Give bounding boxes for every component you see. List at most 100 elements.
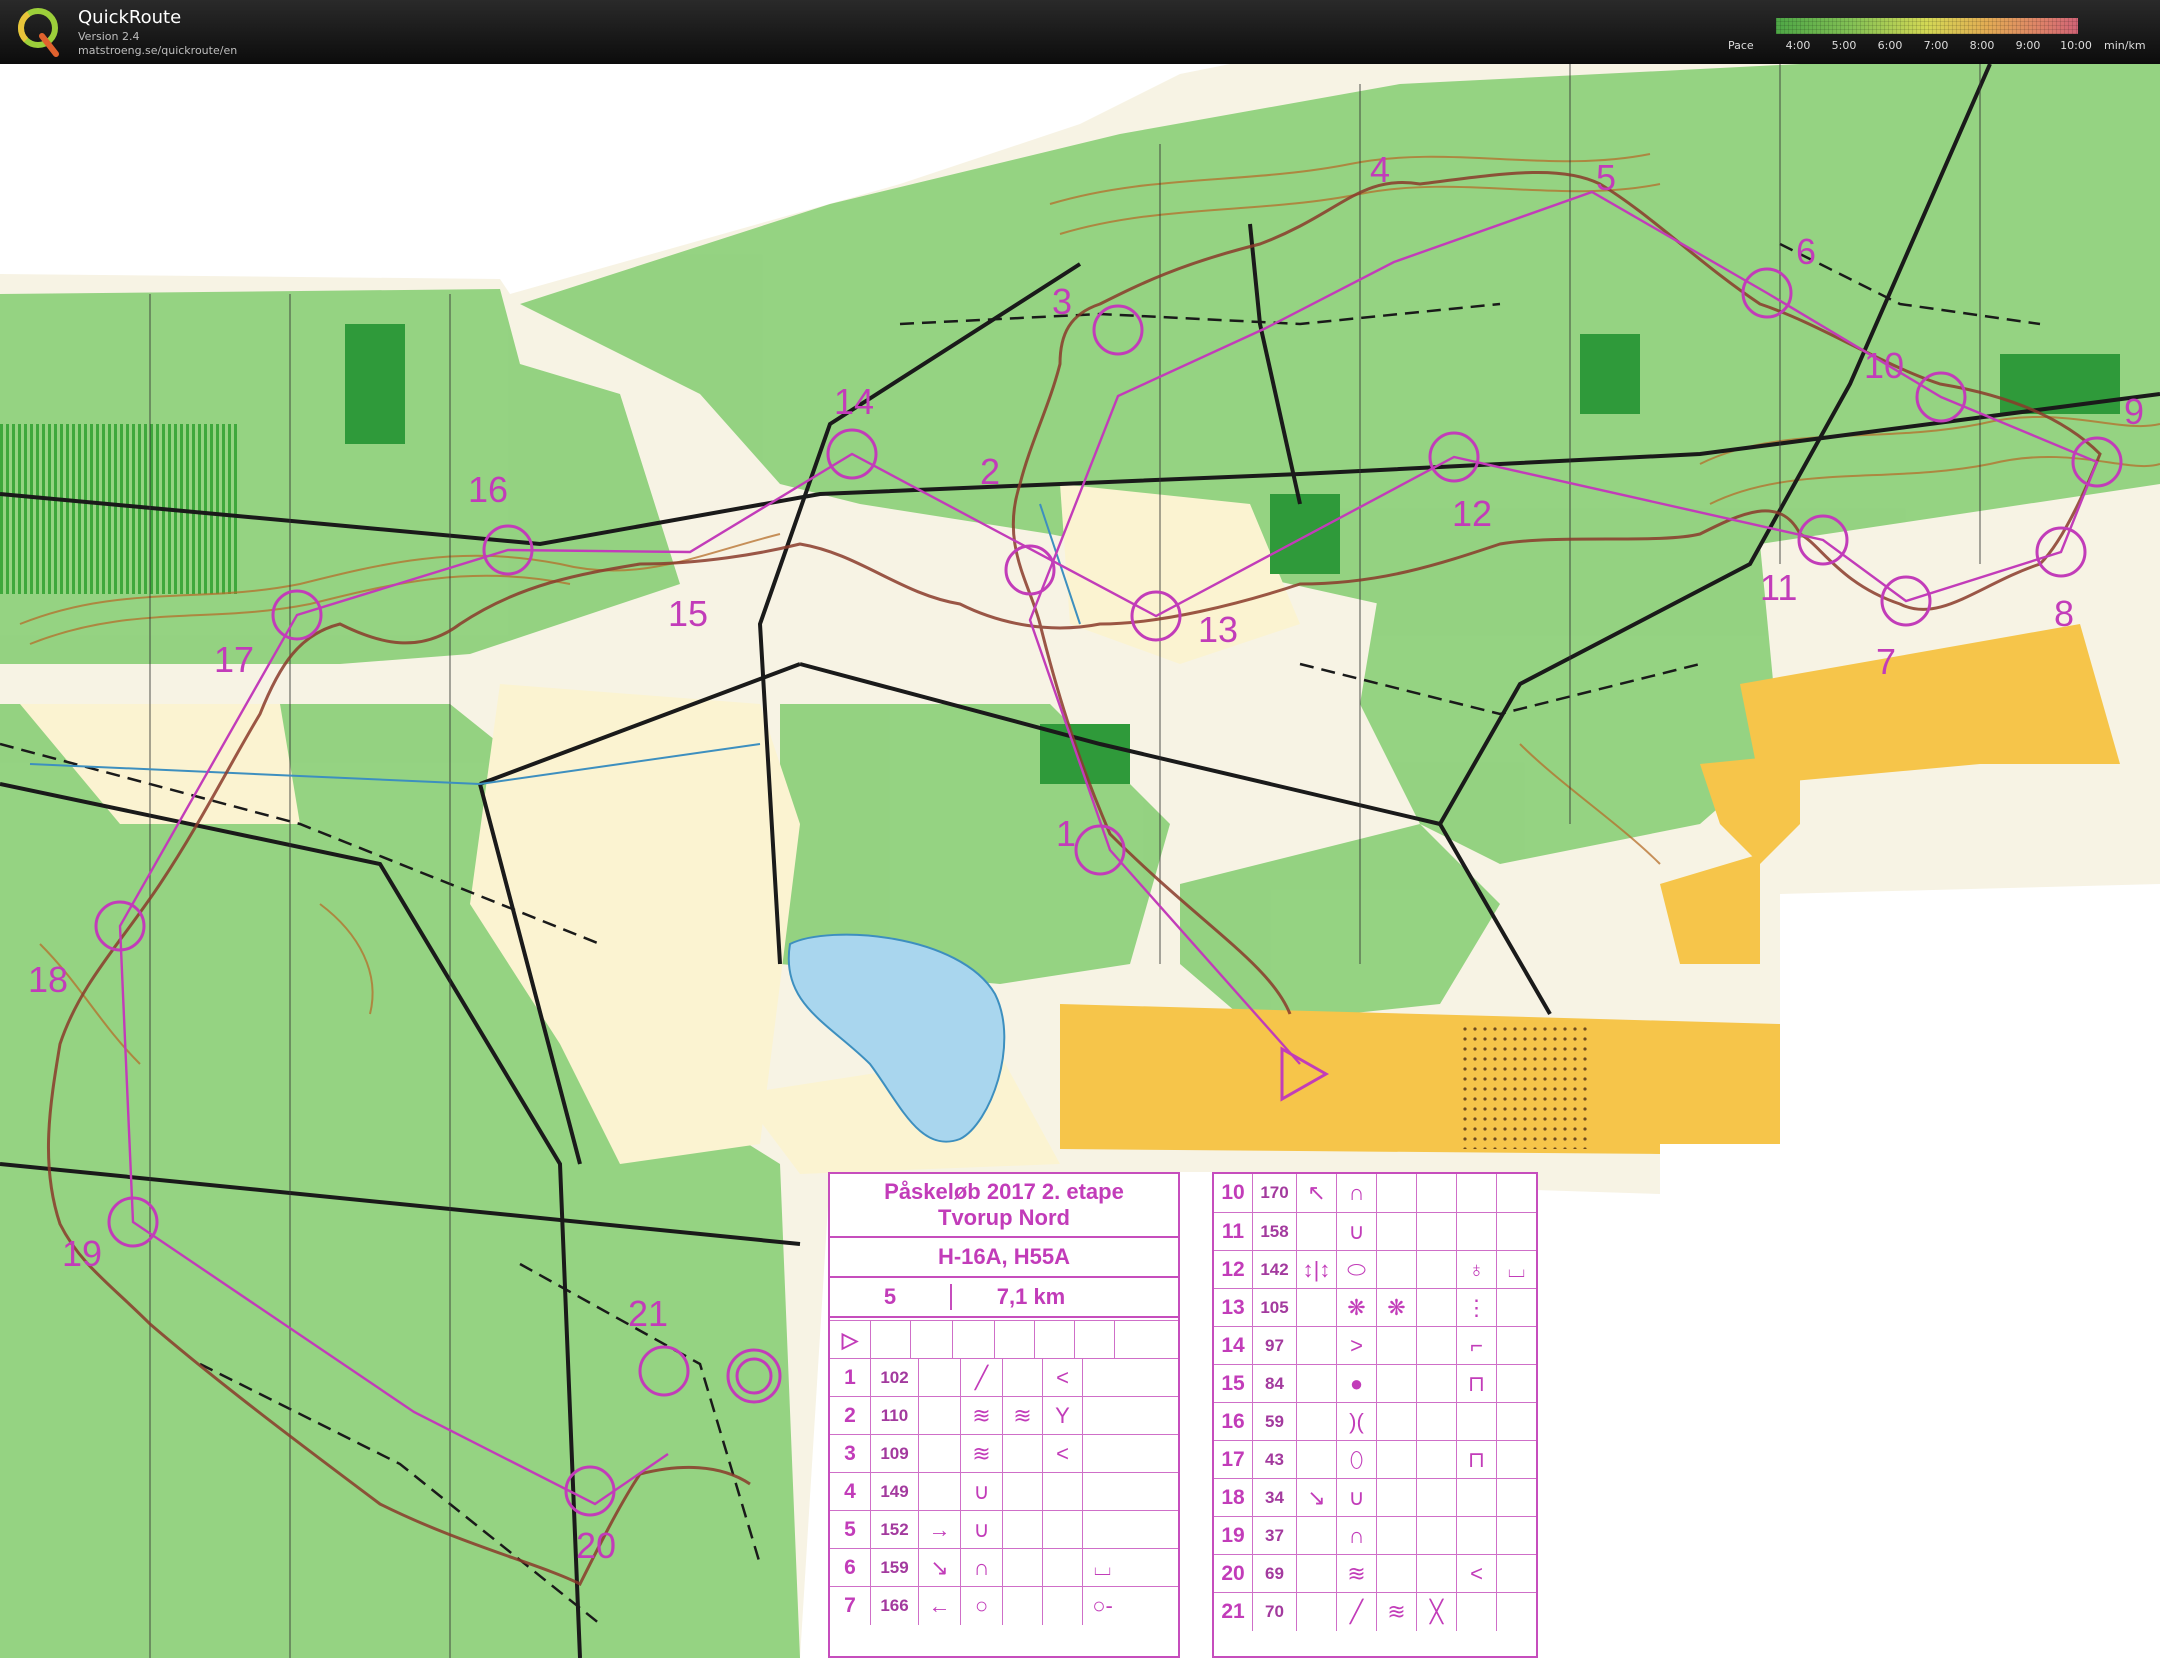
control-label: 14	[834, 381, 874, 422]
control-description-right: 10 170 ↖ ∩ 11 158 ∪ 12 142 ↕|↕ ⬭ ♁ ⌴ 13 …	[1212, 1172, 1538, 1658]
cell	[1376, 1213, 1416, 1251]
cell	[994, 1321, 1034, 1359]
control-number: 6	[844, 1556, 856, 1579]
control-number: 11	[1221, 1220, 1245, 1243]
app-url[interactable]: matstroeng.se/quickroute/en	[78, 44, 237, 57]
cell	[1376, 1441, 1416, 1479]
cell	[1296, 1441, 1336, 1479]
cell	[1296, 1365, 1336, 1403]
feature-symbol-icon: ╱	[1336, 1593, 1376, 1631]
control-number: 10	[1221, 1181, 1245, 1204]
control-number: 5	[844, 1518, 856, 1541]
control-row: 14 97 > ⌐	[1214, 1326, 1536, 1365]
control-code: 102	[870, 1359, 918, 1397]
control-code: 170	[1252, 1174, 1296, 1212]
pace-tick: 7:00	[1923, 39, 1949, 52]
control-code: 37	[1252, 1517, 1296, 1555]
control-label: 21	[628, 1293, 668, 1334]
control-row: 2 110 ≋ ≋ Y	[830, 1396, 1178, 1435]
control-number: 7	[844, 1594, 856, 1617]
cell	[1082, 1511, 1122, 1549]
cell	[1042, 1511, 1082, 1549]
cell	[1042, 1587, 1082, 1625]
pace-legend: Pace 4:00 5:00 6:00 7:00 8:00 9:00 10:00…	[1720, 14, 2150, 58]
water-symbol-icon: ♁	[1456, 1251, 1496, 1289]
cup-symbol-icon: ⌴	[1082, 1549, 1122, 1587]
app-header: QuickRoute Version 2.4 matstroeng.se/qui…	[0, 0, 2160, 64]
control-number: 13	[1221, 1296, 1245, 1319]
control-number: 3	[844, 1442, 856, 1465]
control-label: 15	[668, 593, 708, 634]
cup-symbol-icon: ⌴	[1496, 1251, 1536, 1289]
control-code: 97	[1252, 1327, 1296, 1365]
cell	[1082, 1435, 1122, 1473]
cell	[1496, 1517, 1536, 1555]
cell	[1496, 1213, 1536, 1251]
feature-symbol-icon: )(	[1336, 1403, 1376, 1441]
control-number: 17	[1221, 1448, 1245, 1471]
control-number: 16	[1221, 1410, 1245, 1433]
crossing-symbol-icon: ╳	[1416, 1593, 1456, 1631]
control-label: 18	[28, 959, 68, 1000]
cell	[1376, 1479, 1416, 1517]
cell	[1496, 1555, 1536, 1593]
feature-symbol-icon: ╱	[960, 1359, 1002, 1397]
feature-symbol-icon: ❋	[1336, 1289, 1376, 1327]
cell	[1456, 1593, 1496, 1631]
feature-symbol-icon: ∪	[1336, 1213, 1376, 1251]
feature-symbol-icon: ≋	[960, 1435, 1002, 1473]
feature-symbol-icon: ∪	[1336, 1479, 1376, 1517]
course-number: 5	[883, 1284, 897, 1309]
control-code: 159	[870, 1549, 918, 1587]
control-label: 20	[576, 1525, 616, 1566]
feature-symbol-icon: ≋	[1002, 1397, 1042, 1435]
control-code: 59	[1252, 1403, 1296, 1441]
cell	[1416, 1213, 1456, 1251]
cell	[910, 1321, 952, 1359]
control-label: 7	[1876, 641, 1896, 682]
cell	[1416, 1441, 1456, 1479]
quickroute-logo-icon	[18, 8, 59, 57]
control-row: 13 105 ❋ ❋ ⋮	[1214, 1288, 1536, 1327]
control-code: 158	[1252, 1213, 1296, 1251]
location-symbol-icon: ⊓	[1456, 1441, 1496, 1479]
cell	[1042, 1549, 1082, 1587]
feature-symbol-icon: >	[1336, 1327, 1376, 1365]
appendage-symbol-icon: ○‐	[1082, 1587, 1122, 1625]
control-label: 17	[214, 639, 254, 680]
cell	[1002, 1435, 1042, 1473]
cell	[1042, 1473, 1082, 1511]
control-label: 8	[2054, 593, 2074, 634]
feature-symbol-icon: ∩	[1336, 1517, 1376, 1555]
control-label: 5	[1596, 157, 1616, 198]
app-version: Version 2.4	[78, 30, 140, 43]
course-length: 7,1 km	[950, 1284, 1110, 1310]
control-code: 70	[1252, 1593, 1296, 1631]
start-symbol: ▷	[841, 1328, 859, 1352]
location-symbol-icon: <	[1456, 1555, 1496, 1593]
control-label: 16	[468, 469, 508, 510]
feature-symbol-icon: ≋	[960, 1397, 1002, 1435]
feature-symbol-icon: ❋	[1376, 1289, 1416, 1327]
control-number: 21	[1221, 1600, 1245, 1623]
location-symbol-icon: <	[1042, 1359, 1082, 1397]
cell	[1376, 1517, 1416, 1555]
cell	[1416, 1479, 1456, 1517]
cell	[1456, 1213, 1496, 1251]
control-row: 11 158 ∪	[1214, 1212, 1536, 1251]
card-classes: H-16A, H55A	[830, 1238, 1178, 1278]
cell	[1296, 1213, 1336, 1251]
cell	[1296, 1593, 1336, 1631]
control-code: 84	[1252, 1365, 1296, 1403]
card-course-row: 5 7,1 km	[830, 1278, 1178, 1318]
control-description-card: Påskeløb 2017 2. etape Tvorup Nord H-16A…	[828, 1172, 1538, 1658]
cell	[1082, 1473, 1122, 1511]
feature-symbol-icon: ∪	[960, 1473, 1002, 1511]
cell	[1002, 1359, 1042, 1397]
cell	[1376, 1365, 1416, 1403]
cell	[918, 1435, 960, 1473]
control-number: 19	[1221, 1524, 1245, 1547]
cell	[1456, 1517, 1496, 1555]
cell	[1082, 1397, 1122, 1435]
cell	[918, 1473, 960, 1511]
